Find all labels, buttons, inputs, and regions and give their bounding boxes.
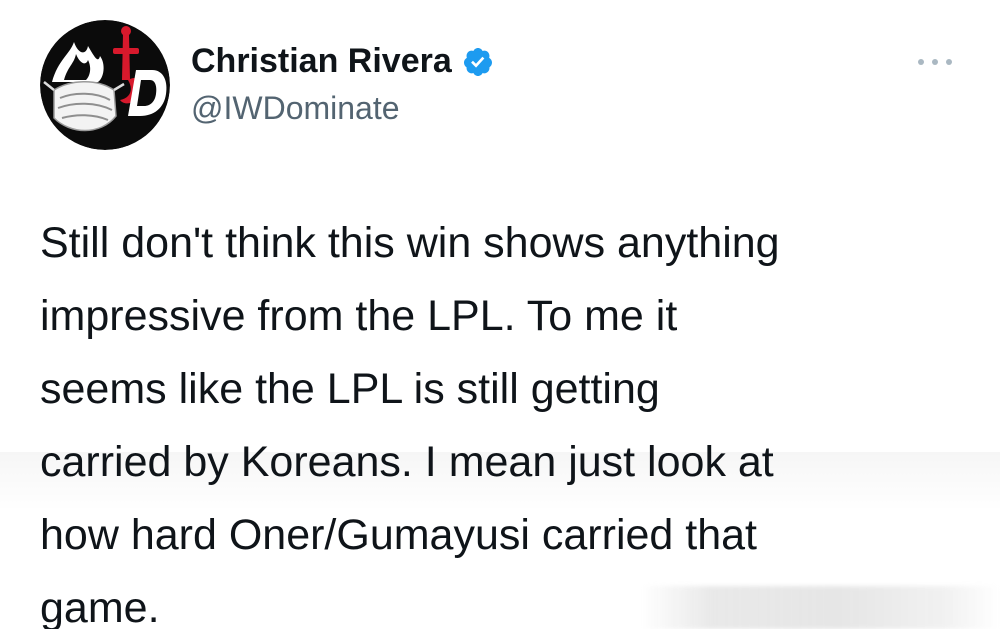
tweet-text: Still don't think this win shows anythin… — [40, 207, 980, 629]
author-display-name[interactable]: Christian Rivera — [191, 42, 452, 81]
author-handle[interactable]: @IWDominate — [191, 90, 400, 127]
tweet-text-line: Still don't think this win shows anythin… — [40, 219, 780, 267]
author-name-row: Christian Rivera — [191, 42, 494, 81]
iwd-logo-icon — [40, 20, 170, 150]
tweet-text-line: impressive from the LPL. To me it — [40, 292, 678, 340]
blurred-watermark — [640, 586, 1000, 629]
tweet-card: Christian Rivera @IWDominate Still don't… — [0, 0, 1000, 629]
avatar[interactable] — [40, 20, 170, 150]
tweet-text-line: seems like the LPL is still getting — [40, 365, 660, 413]
tweet-text-line: carried by Koreans. I mean just look at — [40, 438, 774, 486]
verified-badge-icon — [463, 47, 492, 76]
more-options-icon[interactable] — [915, 50, 955, 74]
tweet-text-line: how hard Oner/Gumayusi carried that — [40, 511, 757, 559]
